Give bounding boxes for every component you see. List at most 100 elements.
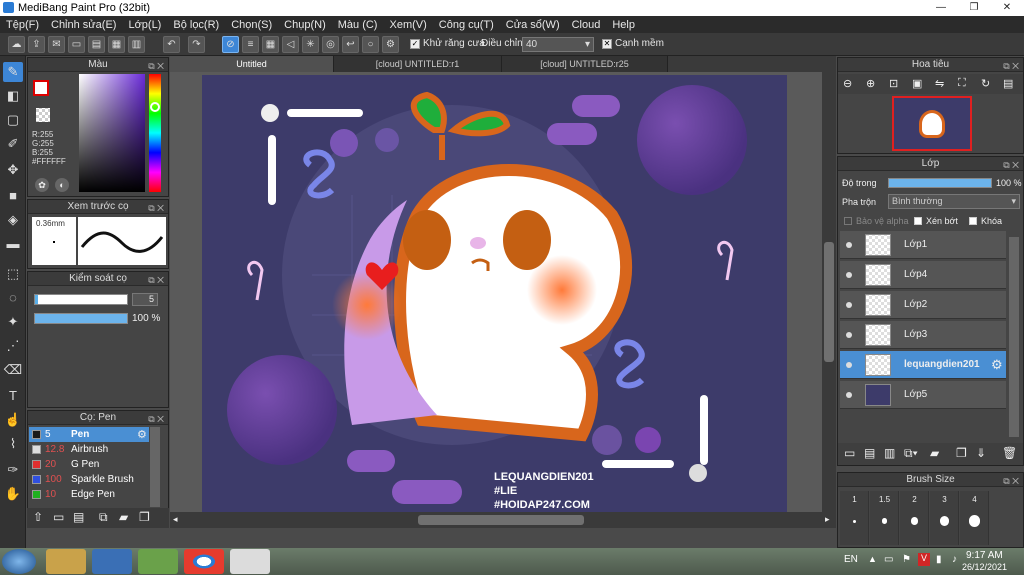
undo-icon[interactable]: ↶ bbox=[163, 36, 180, 53]
panel-menu-icon[interactable]: ⧉ ✕ bbox=[148, 59, 164, 73]
blend-mode-dropdown[interactable]: Bình thường ▾ bbox=[888, 194, 1020, 209]
magic-wand-icon[interactable]: ✦ bbox=[3, 312, 23, 332]
tray-network-icon[interactable]: ▮ bbox=[936, 554, 942, 565]
panels-icon[interactable]: ▦ bbox=[108, 36, 125, 53]
gradient-tool-icon[interactable]: ▬ bbox=[3, 234, 23, 254]
panel-menu-icon[interactable]: ⧉ ✕ bbox=[148, 201, 164, 215]
panel-menu-icon[interactable]: ⧉ ✕ bbox=[148, 273, 164, 287]
circle-snap-icon[interactable]: ○ bbox=[362, 36, 379, 53]
maximize-button[interactable]: ❐ bbox=[963, 0, 985, 15]
fit-icon[interactable]: ⊡ bbox=[889, 77, 898, 90]
clock-time[interactable]: 9:17 AM bbox=[966, 550, 1003, 561]
grid-snap-icon[interactable]: ▦ bbox=[262, 36, 279, 53]
clock-date[interactable]: 26/12/2021 bbox=[962, 562, 1007, 572]
select-pen-icon[interactable]: ⋰ bbox=[3, 336, 23, 356]
page-icon[interactable]: ▭ bbox=[68, 36, 85, 53]
scroll-left-icon[interactable]: ◂ bbox=[173, 514, 178, 525]
tray-device-icon[interactable]: ▭ bbox=[884, 554, 893, 565]
brush-size-cell[interactable]: 3 bbox=[930, 491, 959, 545]
concentric-snap-icon[interactable]: ◎ bbox=[322, 36, 339, 53]
cloud-icon[interactable]: ☁ bbox=[8, 36, 25, 53]
brush-tool-icon[interactable]: ✎ bbox=[3, 62, 23, 82]
volume-icon[interactable]: ♪ bbox=[952, 554, 957, 565]
select-eraser-icon[interactable]: ⌫ bbox=[3, 360, 23, 380]
lock-checkbox[interactable] bbox=[969, 217, 977, 225]
vertical-scrollbar[interactable] bbox=[822, 72, 836, 512]
text-tool-icon[interactable]: T bbox=[3, 386, 23, 406]
saturation-value-picker[interactable] bbox=[79, 74, 145, 192]
layer-list-scrollbar[interactable] bbox=[1009, 237, 1019, 437]
panel-menu-icon[interactable]: ⧉ ✕ bbox=[148, 412, 164, 426]
eye-icon[interactable] bbox=[846, 362, 852, 368]
document-icon[interactable]: ▤ bbox=[88, 36, 105, 53]
merge-layer-icon[interactable]: ⇓ bbox=[976, 446, 986, 460]
artwork-canvas[interactable]: LEQUANGDIEN201 #LIE #HOIDAP247.COM bbox=[202, 75, 787, 512]
layer-row[interactable]: lequangdien201 ⚙ bbox=[840, 351, 1006, 379]
menu-item[interactable]: Lớp(L) bbox=[122, 19, 167, 31]
tray-flag-icon[interactable]: ⚑ bbox=[902, 554, 911, 565]
language-indicator[interactable]: EN bbox=[844, 554, 858, 565]
minimize-button[interactable]: — bbox=[930, 0, 952, 15]
chrome-icon[interactable] bbox=[184, 549, 224, 574]
soft-edge-checkbox[interactable]: ✕ bbox=[602, 39, 612, 49]
folder-icon[interactable]: ▰ bbox=[119, 510, 128, 524]
eyedropper-tool-icon[interactable]: ⌇ bbox=[3, 434, 23, 454]
add-layer-menu-icon[interactable]: ⧉▾ bbox=[904, 446, 918, 461]
layer-row[interactable]: Lớp5 bbox=[840, 381, 1006, 409]
brush-list-item[interactable]: 12.8 Airbrush bbox=[29, 442, 149, 457]
redo-icon[interactable]: ↷ bbox=[188, 36, 205, 53]
perspective-snap-icon[interactable]: ◁ bbox=[282, 36, 299, 53]
comment-icon[interactable]: ✉ bbox=[48, 36, 65, 53]
move-tool-icon[interactable]: ✥ bbox=[3, 160, 23, 180]
brush-opacity-slider[interactable] bbox=[34, 313, 128, 324]
palette-icon[interactable]: ✿ bbox=[35, 178, 49, 192]
fullscreen-icon[interactable]: ⛶ bbox=[958, 77, 966, 90]
start-button[interactable] bbox=[2, 549, 36, 574]
hue-slider[interactable] bbox=[149, 74, 161, 192]
app-icon[interactable] bbox=[138, 549, 178, 574]
layer-row[interactable]: Lớp2 bbox=[840, 291, 1006, 319]
primary-color-swatch[interactable] bbox=[33, 80, 49, 96]
panel-menu-icon[interactable]: ⧉ ✕ bbox=[1003, 474, 1019, 488]
lock-icon[interactable]: ▤ bbox=[1003, 77, 1013, 90]
menu-item[interactable]: Cửa sổ(W) bbox=[500, 19, 566, 31]
delete-layer-icon[interactable]: 🗑 bbox=[1002, 446, 1017, 460]
brush-size-slider[interactable] bbox=[34, 294, 128, 305]
menu-item[interactable]: Công cụ(T) bbox=[433, 19, 500, 31]
lasso-tool-icon[interactable]: ◌ bbox=[3, 288, 23, 308]
new-8bit-layer-icon[interactable]: ▥ bbox=[884, 446, 895, 460]
medibang-taskbar-icon[interactable] bbox=[230, 549, 270, 574]
dot-tool-icon[interactable]: ▢ bbox=[3, 110, 23, 130]
export-icon[interactable]: ⇪ bbox=[28, 36, 45, 53]
menu-item[interactable]: Chọn(S) bbox=[225, 19, 278, 31]
layer-row[interactable]: Lớp3 bbox=[840, 321, 1006, 349]
layer-row[interactable]: Lớp1 bbox=[840, 231, 1006, 259]
panel-menu-icon[interactable]: ⧉ ✕ bbox=[1003, 59, 1019, 73]
pipette-tool-icon[interactable]: ✑ bbox=[3, 460, 23, 480]
menu-item[interactable]: Chỉnh sửa(E) bbox=[45, 19, 122, 31]
brush-list-item[interactable]: 20 G Pen bbox=[29, 457, 149, 472]
new-layer-icon[interactable]: ▭ bbox=[844, 446, 855, 460]
parallel-snap-icon[interactable]: ≡ bbox=[242, 36, 259, 53]
menu-item[interactable]: Cloud bbox=[566, 19, 607, 31]
menu-item[interactable]: Màu (C) bbox=[332, 19, 384, 31]
tab-cloud-r25[interactable]: [cloud] UNTITLED:r25 bbox=[502, 56, 668, 72]
horizontal-scrollbar[interactable]: ◂ ▸ bbox=[170, 512, 836, 528]
hand-tool-icon[interactable]: ✋ bbox=[3, 484, 23, 504]
tab-untitled[interactable]: Untitled bbox=[170, 56, 334, 72]
brush-size-cell[interactable]: 1.5 bbox=[870, 491, 899, 545]
menu-item[interactable]: Xem(V) bbox=[383, 19, 432, 31]
menu-item[interactable]: Chụp(N) bbox=[278, 19, 332, 31]
protect-alpha-checkbox[interactable] bbox=[844, 217, 852, 225]
brush-size-cell[interactable]: 1 bbox=[840, 491, 869, 545]
panel-menu-icon[interactable]: ⧉ ✕ bbox=[1003, 158, 1019, 172]
menu-item[interactable]: Bộ lọc(R) bbox=[167, 19, 225, 31]
menu-item[interactable]: Tệp(F) bbox=[0, 19, 45, 31]
media-player-icon[interactable] bbox=[92, 549, 132, 574]
brush-list-scrollbar[interactable] bbox=[150, 427, 160, 507]
tray-arrow-icon[interactable]: ▲ bbox=[868, 554, 877, 564]
tab-cloud-r1[interactable]: [cloud] UNTITLED:r1 bbox=[334, 56, 502, 72]
scroll-right-icon[interactable]: ▸ bbox=[825, 514, 830, 525]
snap-settings-icon[interactable]: ⚙ bbox=[382, 36, 399, 53]
new-halftone-layer-icon[interactable]: ▤ bbox=[864, 446, 875, 460]
